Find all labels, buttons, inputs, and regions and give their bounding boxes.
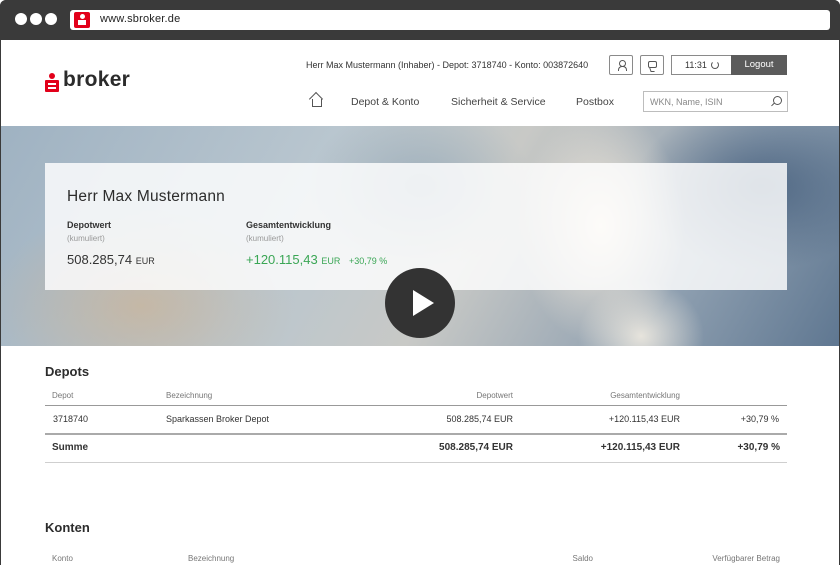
chat-bubble-icon	[648, 61, 657, 68]
gesamt-sub: (kumuliert)	[246, 234, 284, 243]
konten-col-konto: Konto	[52, 554, 73, 563]
sparkasse-favicon-icon	[74, 12, 90, 28]
gesamt-percent: +30,79 %	[349, 256, 388, 266]
gesamt-label: Gesamtentwicklung	[246, 220, 332, 230]
window-maximize-dot[interactable]	[45, 13, 57, 25]
session-timer[interactable]: 11:31	[671, 55, 732, 75]
nav-postbox[interactable]: Postbox	[576, 96, 614, 108]
sum-depotwert: 508.285,74 EUR	[439, 442, 513, 453]
sum-label: Summe	[52, 442, 89, 453]
gesamt-value: +120.115,43 EUR	[246, 252, 341, 267]
depots-title: Depots	[45, 364, 90, 379]
session-timer-text: 11:31	[685, 60, 707, 70]
home-icon[interactable]	[308, 91, 324, 107]
refresh-icon[interactable]	[711, 61, 719, 69]
hero-banner: Herr Max Mustermann Depotwert (kumuliert…	[1, 126, 839, 346]
depot-bezeichnung: Sparkassen Broker Depot	[166, 414, 270, 424]
user-info: Herr Max Mustermann (Inhaber) - Depot: 3…	[306, 60, 589, 70]
depotwert-sub: (kumuliert)	[67, 234, 105, 243]
web-page: broker Herr Max Mustermann (Inhaber) - D…	[1, 40, 839, 565]
logout-button[interactable]: Logout	[731, 55, 787, 75]
sum-gesamt: +120.115,43 EUR	[600, 442, 680, 453]
url-text[interactable]: www.sbroker.de	[100, 13, 180, 25]
depots-bottom-divider	[45, 462, 787, 463]
sparkasse-s-icon	[45, 73, 59, 92]
search-icon[interactable]	[770, 96, 782, 108]
customer-name: Herr Max Mustermann	[67, 188, 225, 205]
window-minimize-dot[interactable]	[30, 13, 42, 25]
window-close-dot[interactable]	[15, 13, 27, 25]
depot-gesamt: +120.115,43 EUR	[608, 414, 680, 424]
konten-col-saldo: Saldo	[572, 554, 593, 563]
depots-header-divider	[45, 405, 787, 406]
depotwert-label: Depotwert	[67, 220, 112, 230]
play-video-button[interactable]	[385, 268, 455, 338]
konten-col-verfuegbar: Verfügbarer Betrag	[712, 554, 780, 563]
logo-text: broker	[63, 68, 131, 91]
depots-col-depotwert: Depotwert	[476, 391, 513, 400]
search-input[interactable]	[650, 95, 765, 109]
browser-toolbar: www.sbroker.de	[0, 0, 840, 40]
konten-col-bezeichnung: Bezeichnung	[188, 554, 235, 563]
depots-row-divider	[45, 433, 787, 435]
depots-col-gesamt: Gesamtentwicklung	[610, 391, 680, 400]
depot-number[interactable]: 3718740	[53, 414, 88, 424]
nav-sicherheit-service[interactable]: Sicherheit & Service	[451, 96, 546, 108]
sum-percent: +30,79 %	[737, 442, 780, 453]
profile-button[interactable]	[609, 55, 633, 75]
user-icon	[618, 60, 627, 71]
depots-col-bezeichnung: Bezeichnung	[166, 391, 213, 400]
depot-percent: +30,79 %	[740, 414, 779, 424]
nav-depot-konto[interactable]: Depot & Konto	[351, 96, 419, 108]
browser-window: www.sbroker.de broker Herr Max Musterman…	[0, 0, 840, 565]
depotwert-value: 508.285,74 EUR	[67, 252, 155, 267]
depot-depotwert: 508.285,74 EUR	[446, 414, 513, 424]
depots-col-depot: Depot	[52, 391, 74, 400]
konten-title: Konten	[45, 520, 90, 535]
address-bar[interactable]: www.sbroker.de	[70, 10, 830, 30]
search-box[interactable]	[643, 91, 788, 112]
messages-button[interactable]	[640, 55, 664, 75]
